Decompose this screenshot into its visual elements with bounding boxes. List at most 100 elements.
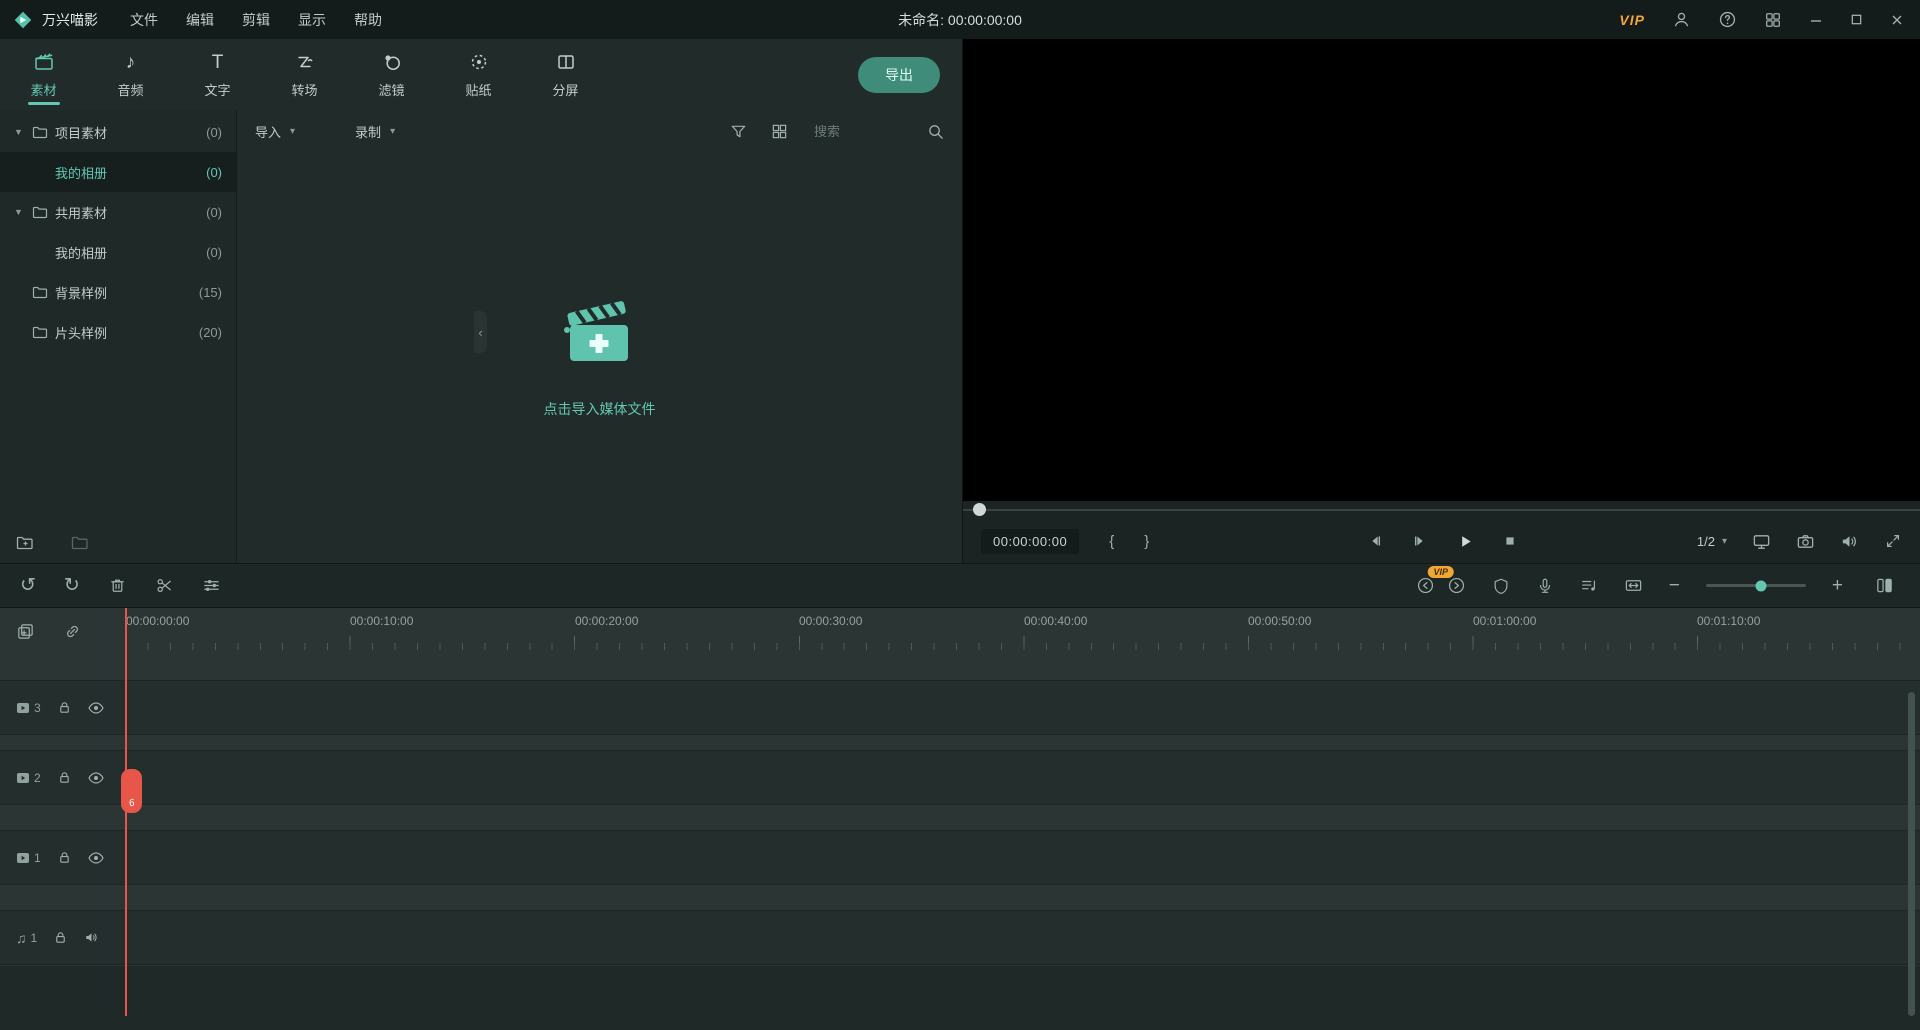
lock-icon[interactable] bbox=[58, 701, 71, 714]
tab-filter[interactable]: 滤镜 bbox=[348, 39, 435, 110]
zoom-out-button[interactable]: − bbox=[1669, 576, 1680, 595]
previous-frame-button[interactable] bbox=[1366, 532, 1384, 550]
audio-track-1-lane[interactable] bbox=[0, 910, 1920, 965]
panel-layout-icon[interactable] bbox=[1875, 576, 1894, 595]
audio-track-1-header: ♫ 1 bbox=[16, 910, 120, 965]
split-screen-icon bbox=[556, 50, 576, 74]
workspace-layout-icon[interactable] bbox=[1764, 11, 1782, 29]
preview-quality-dropdown[interactable]: 1/2 ▾ bbox=[1697, 534, 1727, 549]
vip-button[interactable]: VIP bbox=[1619, 12, 1645, 28]
item-count: (0) bbox=[206, 204, 222, 220]
import-clapperboard-icon[interactable] bbox=[557, 297, 643, 371]
eye-icon[interactable] bbox=[87, 771, 104, 784]
caret-expanded-icon[interactable]: ▼ bbox=[14, 207, 25, 217]
sidebar-item-background-samples[interactable]: 背景样例 (15) bbox=[0, 272, 236, 312]
minimize-button[interactable] bbox=[1809, 13, 1823, 27]
eye-icon[interactable] bbox=[87, 701, 104, 714]
preview-viewport[interactable] bbox=[963, 39, 1920, 501]
playhead[interactable] bbox=[125, 608, 127, 1016]
grid-view-icon[interactable] bbox=[771, 123, 788, 140]
play-button[interactable] bbox=[1456, 532, 1475, 551]
sidebar-item-project-media[interactable]: ▼ 项目素材 (0) bbox=[0, 112, 236, 152]
lock-icon[interactable] bbox=[54, 931, 67, 944]
tab-splitscreen[interactable]: 分屏 bbox=[522, 39, 609, 110]
record-voiceover-mic-icon[interactable] bbox=[1536, 577, 1554, 595]
ruler-label: 00:00:10:00 bbox=[350, 614, 414, 628]
record-dropdown[interactable]: 录制 ▾ bbox=[355, 122, 395, 141]
video-track-1-lane[interactable] bbox=[0, 830, 1920, 885]
account-icon[interactable] bbox=[1672, 10, 1691, 29]
sidebar-item-my-album[interactable]: 我的相册 (0) bbox=[0, 152, 236, 192]
preview-seekbar[interactable] bbox=[963, 501, 1920, 519]
snapshot-camera-icon[interactable] bbox=[1796, 532, 1815, 551]
split-scissors-button[interactable] bbox=[155, 576, 174, 595]
display-device-icon[interactable] bbox=[1752, 532, 1771, 551]
redo-button[interactable]: ↻ bbox=[64, 576, 80, 595]
search-input[interactable] bbox=[812, 122, 919, 140]
audio-mixer-icon[interactable] bbox=[1580, 577, 1598, 595]
video-track-2-lane[interactable] bbox=[0, 750, 1920, 805]
tab-transition[interactable]: 转场 bbox=[261, 39, 348, 110]
undo-button[interactable]: ↺ bbox=[20, 576, 36, 595]
timeline-zoom-slider[interactable] bbox=[1705, 580, 1806, 591]
video-track-2-header: 2 bbox=[16, 750, 120, 805]
seekbar-track[interactable] bbox=[963, 509, 1920, 511]
sidebar-item-intro-samples[interactable]: 片头样例 (20) bbox=[0, 312, 236, 352]
seekbar-handle[interactable] bbox=[973, 503, 986, 516]
mark-out-icon[interactable]: } bbox=[1144, 533, 1149, 550]
sidebar-collapse-handle[interactable]: ‹ bbox=[474, 311, 487, 353]
eye-icon[interactable] bbox=[87, 851, 104, 864]
next-frame-button[interactable] bbox=[1411, 532, 1429, 550]
help-icon[interactable] bbox=[1718, 10, 1737, 29]
sidebar-item-my-album-shared[interactable]: 我的相册 (0) bbox=[0, 232, 236, 272]
tab-text[interactable]: T 文字 bbox=[174, 39, 261, 110]
tab-media[interactable]: 素材 bbox=[0, 39, 87, 110]
zoom-in-button[interactable]: + bbox=[1832, 576, 1843, 595]
render-preview-icon[interactable] bbox=[1416, 576, 1435, 595]
filter-funnel-icon[interactable] bbox=[730, 123, 747, 140]
folder-icon[interactable] bbox=[71, 534, 90, 551]
close-button[interactable] bbox=[1890, 13, 1904, 27]
import-media-caption[interactable]: 点击导入媒体文件 bbox=[544, 399, 656, 419]
zoom-slider-handle[interactable] bbox=[1755, 580, 1767, 591]
menu-item-view[interactable]: 显示 bbox=[298, 10, 326, 30]
sidebar-item-label: 我的相册 bbox=[55, 165, 108, 181]
auto-ripple-icon[interactable] bbox=[1624, 576, 1643, 595]
preview-quality-icon[interactable] bbox=[1447, 576, 1466, 595]
menu-item-edit[interactable]: 编辑 bbox=[186, 10, 214, 30]
mute-speaker-icon[interactable] bbox=[84, 930, 99, 945]
fullscreen-icon[interactable] bbox=[1884, 532, 1902, 550]
caret-expanded-icon[interactable]: ▼ bbox=[14, 127, 25, 137]
tab-audio[interactable]: ♪ 音频 bbox=[87, 39, 174, 110]
lock-icon[interactable] bbox=[58, 851, 71, 864]
timeline-vertical-scrollbar[interactable] bbox=[1908, 692, 1915, 1016]
maximize-button[interactable] bbox=[1850, 13, 1863, 26]
search-icon[interactable] bbox=[927, 123, 944, 140]
page-indicator: 1/2 bbox=[1696, 533, 1715, 549]
delete-button[interactable] bbox=[108, 576, 127, 595]
export-button[interactable]: 导出 bbox=[858, 56, 940, 93]
menu-item-help[interactable]: 帮助 bbox=[354, 10, 382, 30]
tab-sticker[interactable]: 贴纸 bbox=[435, 39, 522, 110]
lock-icon[interactable] bbox=[58, 771, 71, 784]
music-note-icon: ♪ bbox=[125, 51, 136, 73]
item-count: (15) bbox=[198, 284, 222, 300]
render-preview-group: VIP bbox=[1416, 566, 1466, 595]
track-number: 1 bbox=[30, 930, 38, 945]
adjust-sliders-button[interactable] bbox=[202, 576, 221, 595]
menu-item-clip[interactable]: 剪辑 bbox=[242, 10, 270, 30]
sidebar-item-shared-media[interactable]: ▼ 共用素材 (0) bbox=[0, 192, 236, 232]
media-empty-state[interactable]: 点击导入媒体文件 bbox=[237, 152, 962, 563]
mark-in-icon[interactable]: { bbox=[1109, 533, 1114, 550]
mask-shield-icon[interactable] bbox=[1492, 577, 1510, 595]
new-folder-icon[interactable] bbox=[16, 534, 35, 551]
stop-button[interactable] bbox=[1502, 533, 1518, 549]
timeline-empty-area[interactable] bbox=[0, 966, 1920, 1030]
video-track-3-lane[interactable] bbox=[0, 680, 1920, 735]
volume-icon[interactable] bbox=[1840, 532, 1859, 551]
add-to-timeline-icon[interactable] bbox=[16, 622, 35, 641]
import-dropdown[interactable]: 导入 ▾ bbox=[255, 122, 295, 141]
menu-item-file[interactable]: 文件 bbox=[130, 10, 158, 30]
link-clips-icon[interactable] bbox=[63, 622, 82, 641]
menu-bar: 文件 编辑 剪辑 显示 帮助 bbox=[130, 10, 382, 30]
